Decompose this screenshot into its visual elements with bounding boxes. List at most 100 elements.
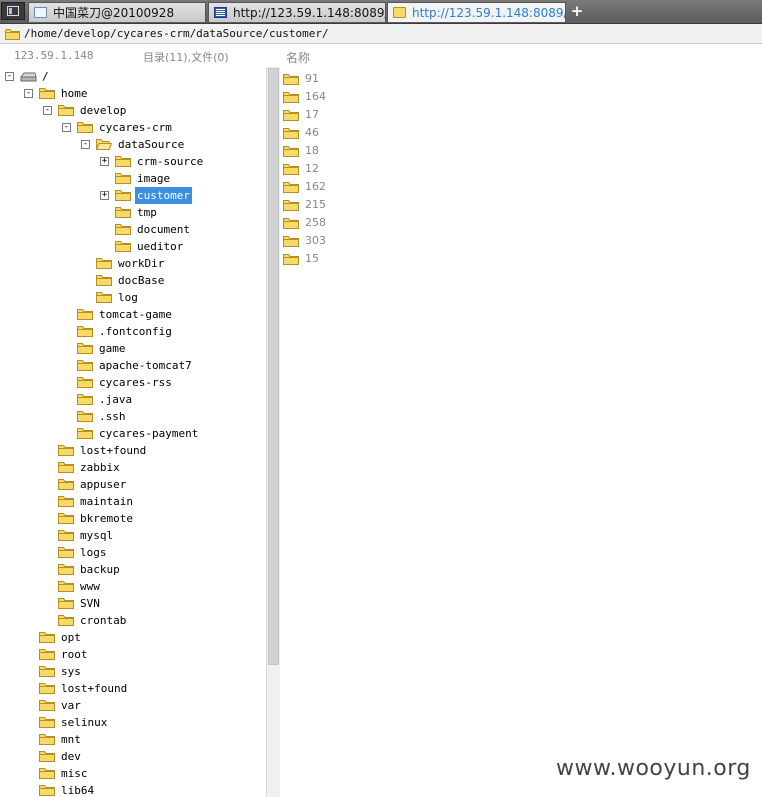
tree-item[interactable]: apache-tomcat7 bbox=[0, 357, 266, 374]
tree-item-label: dataSource bbox=[118, 138, 185, 151]
collapse-toggle[interactable]: - bbox=[62, 123, 71, 132]
tab-file-manager[interactable]: http://123.59.1.148:8089/cr... bbox=[387, 2, 566, 22]
watermark: www.wooyun.org bbox=[556, 756, 751, 781]
tree-item[interactable]: - cycares-crm bbox=[0, 119, 266, 136]
tree-item[interactable]: lost+found bbox=[0, 442, 266, 459]
tree-item[interactable]: - home bbox=[0, 85, 266, 102]
tree-item[interactable]: workDir bbox=[0, 255, 266, 272]
window-icon bbox=[7, 6, 19, 16]
tree-item[interactable]: .fontconfig bbox=[0, 323, 266, 340]
folder-icon bbox=[393, 7, 406, 18]
folder-icon bbox=[39, 683, 55, 694]
tree-item[interactable]: appuser bbox=[0, 476, 266, 493]
file-list-item[interactable]: 12 bbox=[283, 160, 753, 178]
tree-item-label: mnt bbox=[61, 733, 81, 746]
tree-item[interactable]: www bbox=[0, 578, 266, 595]
file-list-item[interactable]: 46 bbox=[283, 124, 753, 142]
collapse-toggle[interactable]: - bbox=[24, 89, 33, 98]
tree-item[interactable]: ueditor bbox=[0, 238, 266, 255]
tree-item[interactable]: root bbox=[0, 646, 266, 663]
info-bar: 123.59.1.148 目录(11),文件(0) 名称 bbox=[0, 45, 762, 67]
tree-item-label: crm-source bbox=[137, 155, 204, 168]
file-list-item[interactable]: 18 bbox=[283, 142, 753, 160]
folder-icon bbox=[39, 632, 55, 643]
folder-icon bbox=[283, 92, 299, 103]
tree-item[interactable]: opt bbox=[0, 629, 266, 646]
folder-icon bbox=[58, 445, 74, 456]
folder-icon bbox=[58, 496, 74, 507]
tree-item[interactable]: dev bbox=[0, 748, 266, 765]
tree-item[interactable]: bkremote bbox=[0, 510, 266, 527]
tree-item[interactable]: sys bbox=[0, 663, 266, 680]
tree-item[interactable]: backup bbox=[0, 561, 266, 578]
tree-item-label: home bbox=[61, 87, 88, 100]
file-list-item[interactable]: 164 bbox=[283, 88, 753, 106]
tree-item[interactable]: zabbix bbox=[0, 459, 266, 476]
file-list-item[interactable]: 17 bbox=[283, 106, 753, 124]
tree-item[interactable]: game bbox=[0, 340, 266, 357]
file-list-item[interactable]: 91 bbox=[283, 70, 753, 88]
file-name: 303 bbox=[305, 234, 326, 247]
folder-icon bbox=[58, 598, 74, 609]
column-header-name[interactable]: 名称 bbox=[286, 49, 310, 66]
tree-item[interactable]: + customer bbox=[0, 187, 266, 204]
tree-item[interactable]: var bbox=[0, 697, 266, 714]
folder-icon bbox=[115, 224, 131, 235]
file-list-item[interactable]: 162 bbox=[283, 178, 753, 196]
tree-item-label: appuser bbox=[80, 478, 127, 491]
site-icon bbox=[214, 7, 227, 18]
tree-item[interactable]: image bbox=[0, 170, 266, 187]
expand-toggle[interactable]: + bbox=[100, 191, 109, 200]
scrollbar-thumb[interactable] bbox=[268, 68, 279, 665]
tree-item[interactable]: docBase bbox=[0, 272, 266, 289]
address-bar[interactable]: /home/develop/cycares-crm/dataSource/cus… bbox=[0, 24, 762, 44]
collapse-toggle[interactable]: - bbox=[43, 106, 52, 115]
tab-site[interactable]: http://123.59.1.148:8089/cr... bbox=[208, 2, 386, 22]
tree-item[interactable]: logs bbox=[0, 544, 266, 561]
tree-item[interactable]: .java bbox=[0, 391, 266, 408]
file-list-item[interactable]: 258 bbox=[283, 214, 753, 232]
current-path[interactable]: /home/develop/cycares-crm/dataSource/cus… bbox=[24, 27, 329, 40]
tree-item[interactable]: log bbox=[0, 289, 266, 306]
tree-item[interactable]: crontab bbox=[0, 612, 266, 629]
tree-item[interactable]: lost+found bbox=[0, 680, 266, 697]
folder-icon bbox=[77, 343, 93, 354]
tree-item[interactable]: misc bbox=[0, 765, 266, 782]
tree-item[interactable]: document bbox=[0, 221, 266, 238]
folder-icon bbox=[283, 200, 299, 211]
collapse-toggle[interactable]: - bbox=[81, 140, 90, 149]
folder-icon bbox=[39, 88, 55, 99]
tree-item[interactable]: mysql bbox=[0, 527, 266, 544]
file-list-item[interactable]: 15 bbox=[283, 250, 753, 268]
tree-item[interactable]: .ssh bbox=[0, 408, 266, 425]
tree-item[interactable]: + crm-source bbox=[0, 153, 266, 170]
tree-item[interactable]: mnt bbox=[0, 731, 266, 748]
tree-item[interactable]: tomcat-game bbox=[0, 306, 266, 323]
expand-toggle[interactable]: + bbox=[100, 157, 109, 166]
tree-item[interactable]: lib64 bbox=[0, 782, 266, 797]
tree-item[interactable]: tmp bbox=[0, 204, 266, 221]
folder-icon bbox=[77, 411, 93, 422]
tree-item[interactable]: SVN bbox=[0, 595, 266, 612]
window-switch-button[interactable] bbox=[1, 2, 25, 20]
file-name: 15 bbox=[305, 252, 319, 265]
tree-scrollbar[interactable] bbox=[266, 67, 280, 797]
tree-item[interactable]: maintain bbox=[0, 493, 266, 510]
folder-icon bbox=[283, 236, 299, 247]
folder-icon bbox=[58, 530, 74, 541]
collapse-toggle[interactable]: - bbox=[5, 72, 14, 81]
tree-item-label: opt bbox=[61, 631, 81, 644]
tree-item[interactable]: selinux bbox=[0, 714, 266, 731]
tree-item[interactable]: - / bbox=[0, 68, 266, 85]
tree-item-label: image bbox=[137, 172, 171, 185]
tree-item[interactable]: cycares-payment bbox=[0, 425, 266, 442]
tab-caidao[interactable]: 中国菜刀@20100928 bbox=[28, 2, 206, 22]
tree-item[interactable]: cycares-rss bbox=[0, 374, 266, 391]
host-address: 123.59.1.148 bbox=[14, 49, 94, 62]
file-list-item[interactable]: 215 bbox=[283, 196, 753, 214]
tree-item[interactable]: - develop bbox=[0, 102, 266, 119]
tree-item[interactable]: - dataSource bbox=[0, 136, 266, 153]
file-list-item[interactable]: 303 bbox=[283, 232, 753, 250]
new-tab-button[interactable]: + bbox=[567, 1, 587, 21]
folder-icon bbox=[77, 309, 93, 320]
